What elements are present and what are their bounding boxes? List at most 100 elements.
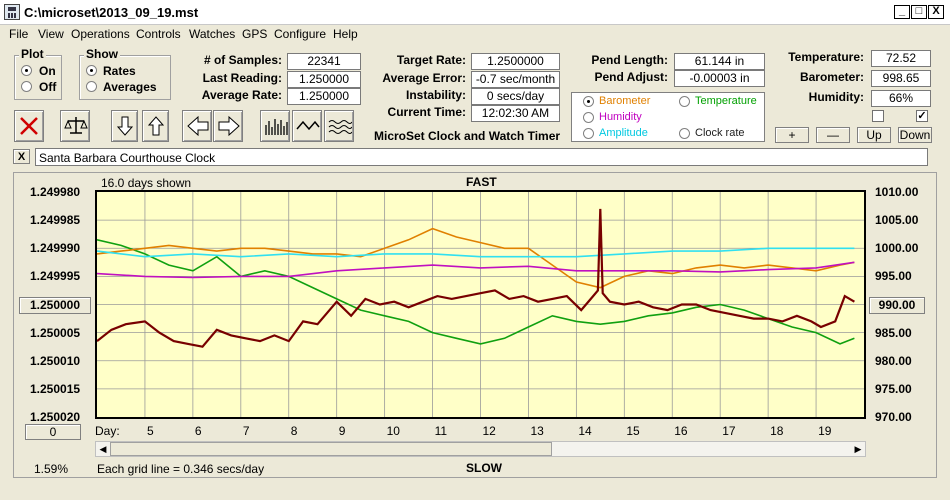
- noise-button[interactable]: [324, 110, 354, 142]
- last-reading-value: 1.250000: [287, 71, 361, 88]
- close-watch-button[interactable]: X: [13, 149, 30, 164]
- y-left-tick: 1.250005: [30, 325, 81, 340]
- x-tick: 10: [386, 424, 400, 438]
- menu-bar: File View Operations Controls Watches GP…: [0, 25, 950, 44]
- sensor-humidity-radio[interactable]: [583, 112, 594, 123]
- title-bar: C:\microset\2013_09_19.mst _ □ X: [0, 0, 950, 25]
- plot-on-radio[interactable]: [21, 65, 32, 76]
- sensor-amplitude-radio[interactable]: [583, 128, 594, 139]
- instability-label: Instability:: [405, 88, 466, 102]
- down-arrow-button[interactable]: [111, 110, 138, 142]
- instability-value: 0 secs/day: [471, 88, 560, 105]
- up-arrow-icon: [147, 116, 165, 136]
- x-tick: 6: [194, 424, 202, 438]
- menu-gps[interactable]: GPS: [242, 27, 267, 41]
- pend-adjust-value: -0.00003 in: [674, 70, 765, 87]
- watch-name-field[interactable]: Santa Barbara Courthouse Clock: [35, 148, 928, 166]
- right-arrow-button[interactable]: [213, 110, 243, 142]
- pend-length-label: Pend Length:: [591, 53, 668, 67]
- zoom-out-button[interactable]: —: [816, 127, 850, 143]
- series-humidity: [97, 261, 855, 279]
- x-tick: 13: [530, 424, 544, 438]
- target-rate-value: 1.2500000: [471, 53, 560, 70]
- percent-label: 1.59%: [34, 462, 69, 476]
- pend-length-value: 61.144 in: [674, 53, 765, 70]
- y-left-tick: 1.249995: [30, 269, 81, 284]
- menu-file[interactable]: File: [9, 27, 28, 41]
- plot-on-label: On: [39, 64, 56, 78]
- checkbox-2[interactable]: ✓: [916, 110, 928, 122]
- sensor-humidity-label: Humidity: [599, 111, 642, 123]
- menu-controls[interactable]: Controls: [136, 27, 181, 41]
- y-right-tick: 980.00: [875, 353, 912, 368]
- sensor-clockrate-radio[interactable]: [679, 128, 690, 139]
- scroll-thumb[interactable]: [110, 442, 552, 456]
- current-time-label: Current Time:: [387, 105, 466, 119]
- y-left-tick: 1.249980: [30, 185, 81, 199]
- humidity-value: 66%: [871, 90, 931, 107]
- x-tick: 8: [290, 424, 298, 438]
- menu-view[interactable]: View: [38, 27, 64, 41]
- y-left-tick: 1.249985: [30, 213, 81, 228]
- bar-graph-button[interactable]: [260, 110, 290, 142]
- checkbox-1[interactable]: [872, 110, 884, 122]
- menu-configure[interactable]: Configure: [274, 27, 326, 41]
- scroll-up-button[interactable]: Up: [857, 127, 891, 143]
- average-error-value: -0.7 sec/month: [471, 71, 560, 88]
- show-rates-radio[interactable]: [86, 65, 97, 76]
- pend-adjust-label: Pend Adjust:: [594, 70, 668, 84]
- center-barometer-button[interactable]: 990.00: [869, 297, 925, 314]
- x-tick: 12: [482, 424, 496, 438]
- slow-label: SLOW: [466, 461, 502, 475]
- x-tick: 7: [242, 424, 250, 438]
- sensor-temperature-radio[interactable]: [679, 96, 690, 107]
- show-averages-radio[interactable]: [86, 81, 97, 92]
- plot-group-title: Plot: [19, 47, 46, 61]
- clear-button[interactable]: [14, 110, 44, 142]
- humidity-label: Humidity:: [808, 90, 864, 104]
- x-tick: 16: [674, 424, 688, 438]
- wave-button[interactable]: [292, 110, 322, 142]
- noise-wave-icon: [328, 120, 352, 134]
- y-right-tick: 970.00: [875, 410, 912, 424]
- horizontal-scrollbar[interactable]: ◀ ▶: [95, 441, 866, 457]
- zero-button[interactable]: 0: [25, 424, 81, 440]
- y-left-tick: 1.250015: [30, 381, 81, 396]
- y-left-tick: 1.249990: [30, 241, 81, 256]
- samples-label: # of Samples:: [203, 53, 282, 67]
- sensor-amplitude-label: Amplitude: [599, 127, 648, 139]
- up-arrow-button[interactable]: [142, 110, 169, 142]
- x-tick: 19: [818, 424, 832, 438]
- x-tick: 11: [434, 424, 448, 438]
- series-barometer: [97, 227, 855, 289]
- current-time-value: 12:02:30 AM: [471, 105, 560, 122]
- menu-operations[interactable]: Operations: [71, 27, 130, 41]
- series-amplitude: [97, 247, 855, 258]
- bar-graph-icon: [265, 119, 288, 135]
- plot-off-label: Off: [39, 80, 57, 94]
- plot-area: [95, 190, 866, 419]
- maximize-button[interactable]: □: [911, 5, 927, 19]
- sensor-barometer-radio[interactable]: [583, 96, 594, 107]
- scroll-left-icon[interactable]: ◀: [96, 442, 110, 456]
- plot-off-radio[interactable]: [21, 81, 32, 92]
- day-axis-label: Day:: [95, 424, 120, 438]
- sensor-barometer-label: Barometer: [599, 95, 651, 107]
- scroll-right-icon[interactable]: ▶: [851, 442, 865, 456]
- app-caption: MicroSet Clock and Watch Timer: [374, 129, 561, 143]
- minimize-button[interactable]: _: [894, 5, 910, 19]
- down-arrow-icon: [116, 116, 134, 136]
- left-arrow-button[interactable]: [182, 110, 212, 142]
- close-button[interactable]: X: [928, 5, 944, 19]
- menu-help[interactable]: Help: [333, 27, 358, 41]
- menu-watches[interactable]: Watches: [189, 27, 235, 41]
- app-icon: [4, 4, 20, 20]
- chart-svg: [97, 192, 864, 417]
- balance-button[interactable]: [60, 110, 90, 142]
- x-tick: 5: [146, 424, 154, 438]
- scroll-down-button[interactable]: Down: [898, 127, 932, 143]
- window-title: C:\microset\2013_09_19.mst: [24, 5, 199, 20]
- temperature-label: Temperature:: [788, 50, 864, 64]
- center-rate-button[interactable]: 1.250000: [19, 297, 91, 314]
- zoom-in-button[interactable]: +: [775, 127, 809, 143]
